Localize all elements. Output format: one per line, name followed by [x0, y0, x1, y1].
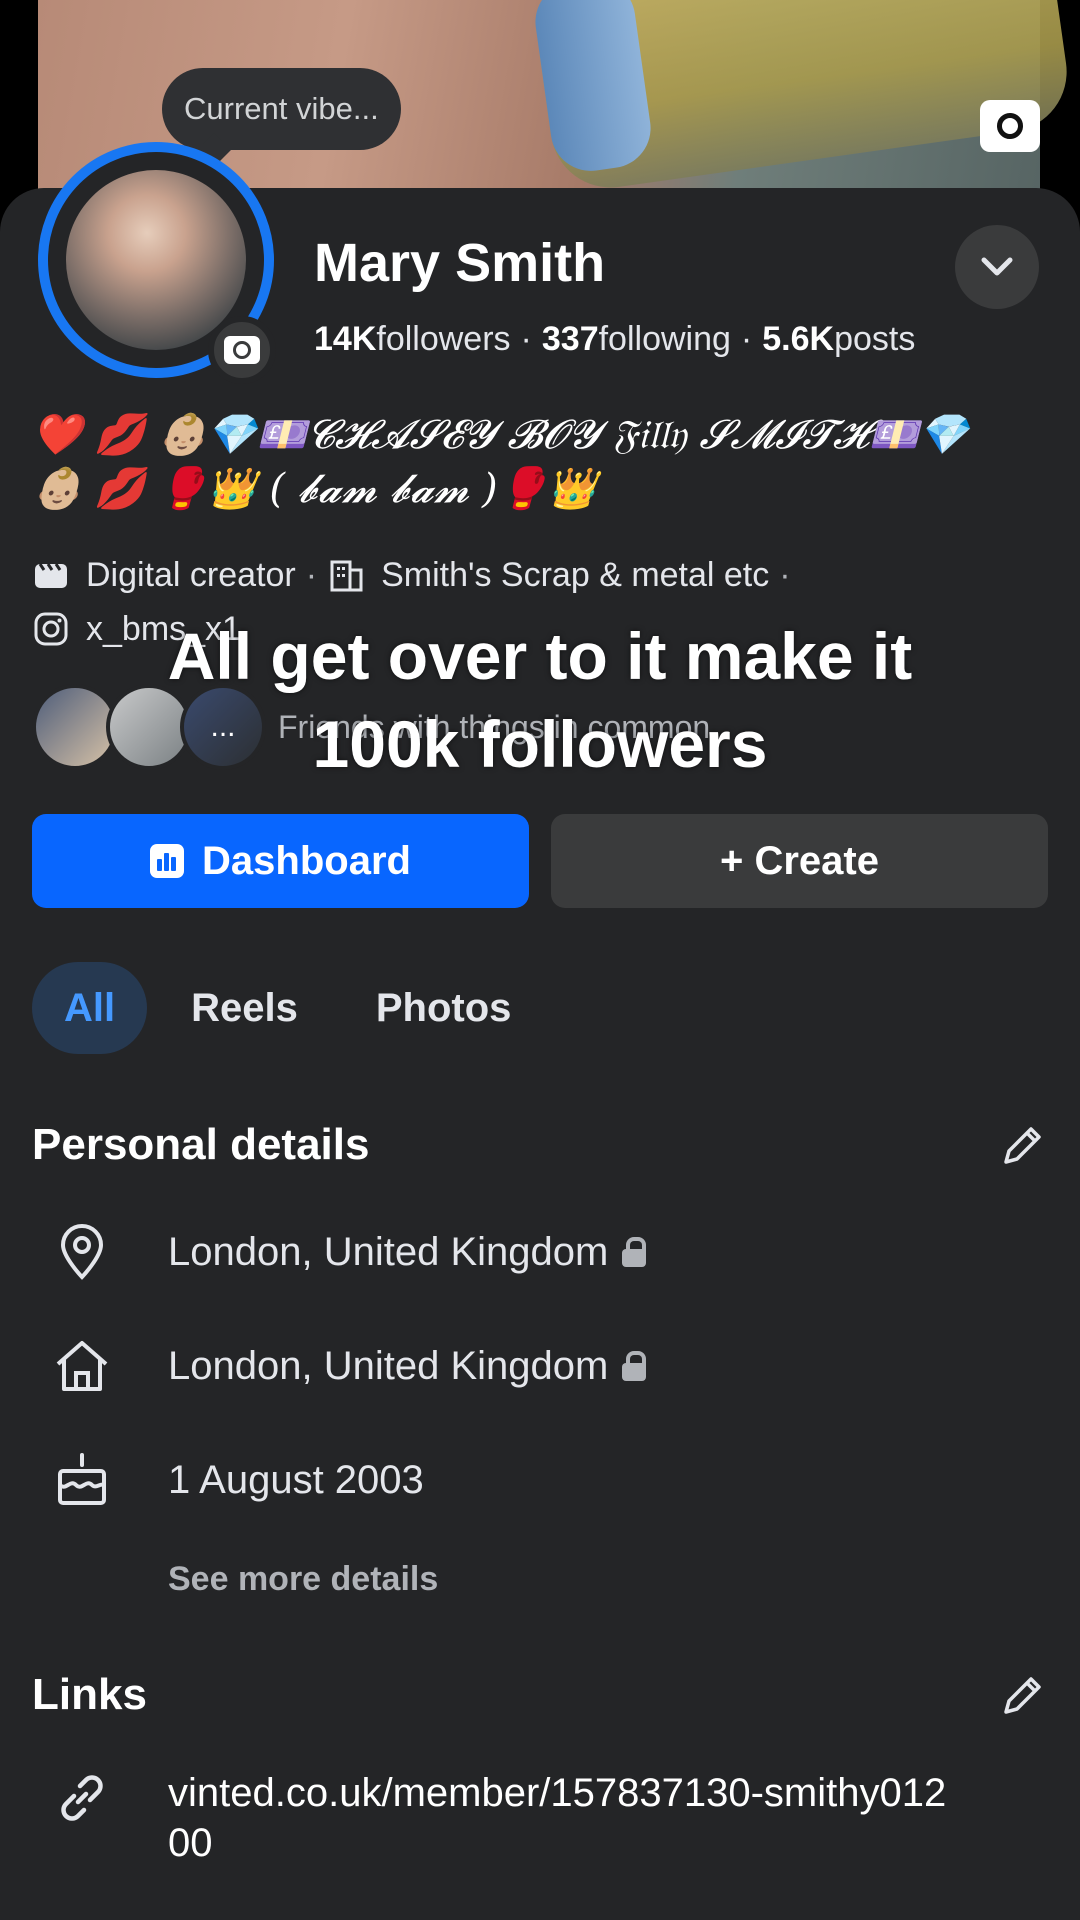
- following-count[interactable]: 337: [542, 320, 599, 358]
- posts-label: posts: [834, 320, 916, 358]
- personal-details-title: Personal details: [32, 1120, 370, 1169]
- clapperboard-icon: [35, 563, 67, 588]
- dashboard-button[interactable]: Dashboard: [32, 814, 529, 908]
- lock-icon: [622, 1237, 647, 1267]
- detail-current-city: London, United Kingdom: [52, 1222, 647, 1282]
- bio-line-1: ❤️ 💋 👶🏼💎💷𝓒𝓗𝓐𝓢𝓔𝓨 𝓑𝓞𝓨 𝔉𝔦𝔩𝔩𝔶 𝓢𝓜𝓘𝓣𝓗💷💎: [32, 412, 969, 458]
- birthday-cake-icon: [58, 1453, 106, 1505]
- building-icon: [330, 560, 363, 592]
- location-pin-icon: [60, 1224, 104, 1280]
- chevron-down-icon: [981, 257, 1013, 276]
- following-label[interactable]: following: [599, 320, 731, 358]
- current-vibe-bubble[interactable]: Current vibe...: [162, 68, 401, 150]
- create-label: + Create: [720, 838, 879, 883]
- profile-bio: ❤️ 💋 👶🏼💎💷𝓒𝓗𝓐𝓢𝓔𝓨 𝓑𝓞𝓨 𝔉𝔦𝔩𝔩𝔶 𝓢𝓜𝓘𝓣𝓗💷💎 👶🏼 💋 🥊…: [32, 408, 1052, 516]
- tab-photos[interactable]: Photos: [342, 962, 546, 1054]
- caption-overlay: All get over to it make it 100k follower…: [0, 612, 1080, 788]
- posts-count: 5.6K: [762, 320, 835, 358]
- dashboard-label: Dashboard: [202, 838, 411, 883]
- cover-camera-icon[interactable]: [980, 100, 1040, 152]
- profile-name: Mary Smith: [314, 233, 606, 293]
- hometown-text: London, United Kingdom: [168, 1343, 609, 1388]
- lock-icon: [622, 1351, 647, 1381]
- followers-label[interactable]: followers: [376, 320, 510, 358]
- detail-hometown: London, United Kingdom: [52, 1336, 647, 1396]
- link-icon: [61, 1775, 103, 1821]
- business-link[interactable]: Smith's Scrap & metal etc: [381, 548, 769, 602]
- create-button[interactable]: + Create: [551, 814, 1048, 908]
- profile-stats: 14Kfollowers · 337following · 5.6Kposts: [314, 320, 916, 358]
- caption-line-1: All get over to it make it: [167, 619, 913, 693]
- category-label: Digital creator: [86, 556, 296, 594]
- birthday-text: 1 August 2003: [168, 1457, 424, 1502]
- avatar-camera-icon[interactable]: [208, 316, 276, 384]
- profile-tabs: All Reels Photos: [32, 962, 555, 1054]
- tab-reels[interactable]: Reels: [157, 962, 332, 1054]
- current-city-text: London, United Kingdom: [168, 1229, 609, 1274]
- home-icon: [56, 1341, 108, 1391]
- edit-personal-details-icon[interactable]: [998, 1120, 1048, 1170]
- avatar-image: [66, 170, 246, 350]
- tab-all[interactable]: All: [32, 962, 148, 1054]
- caption-line-2: 100k followers: [312, 707, 768, 781]
- link-url[interactable]: vinted.co.uk/member/157837130-smithy0120…: [168, 1768, 968, 1868]
- bio-line-2: 👶🏼 💋 🥊👑 ( 𝓫𝓪𝓶 𝓫𝓪𝓶 )🥊👑: [32, 466, 598, 512]
- see-more-details-link[interactable]: See more details: [168, 1560, 438, 1599]
- dashboard-icon: [150, 844, 185, 878]
- followers-count[interactable]: 14K: [314, 320, 376, 358]
- profile-menu-button[interactable]: [955, 225, 1039, 309]
- detail-birthday: 1 August 2003: [52, 1450, 424, 1510]
- edit-links-icon[interactable]: [998, 1670, 1048, 1720]
- link-item[interactable]: vinted.co.uk/member/157837130-smithy0120…: [52, 1768, 968, 1868]
- links-title: Links: [32, 1670, 147, 1719]
